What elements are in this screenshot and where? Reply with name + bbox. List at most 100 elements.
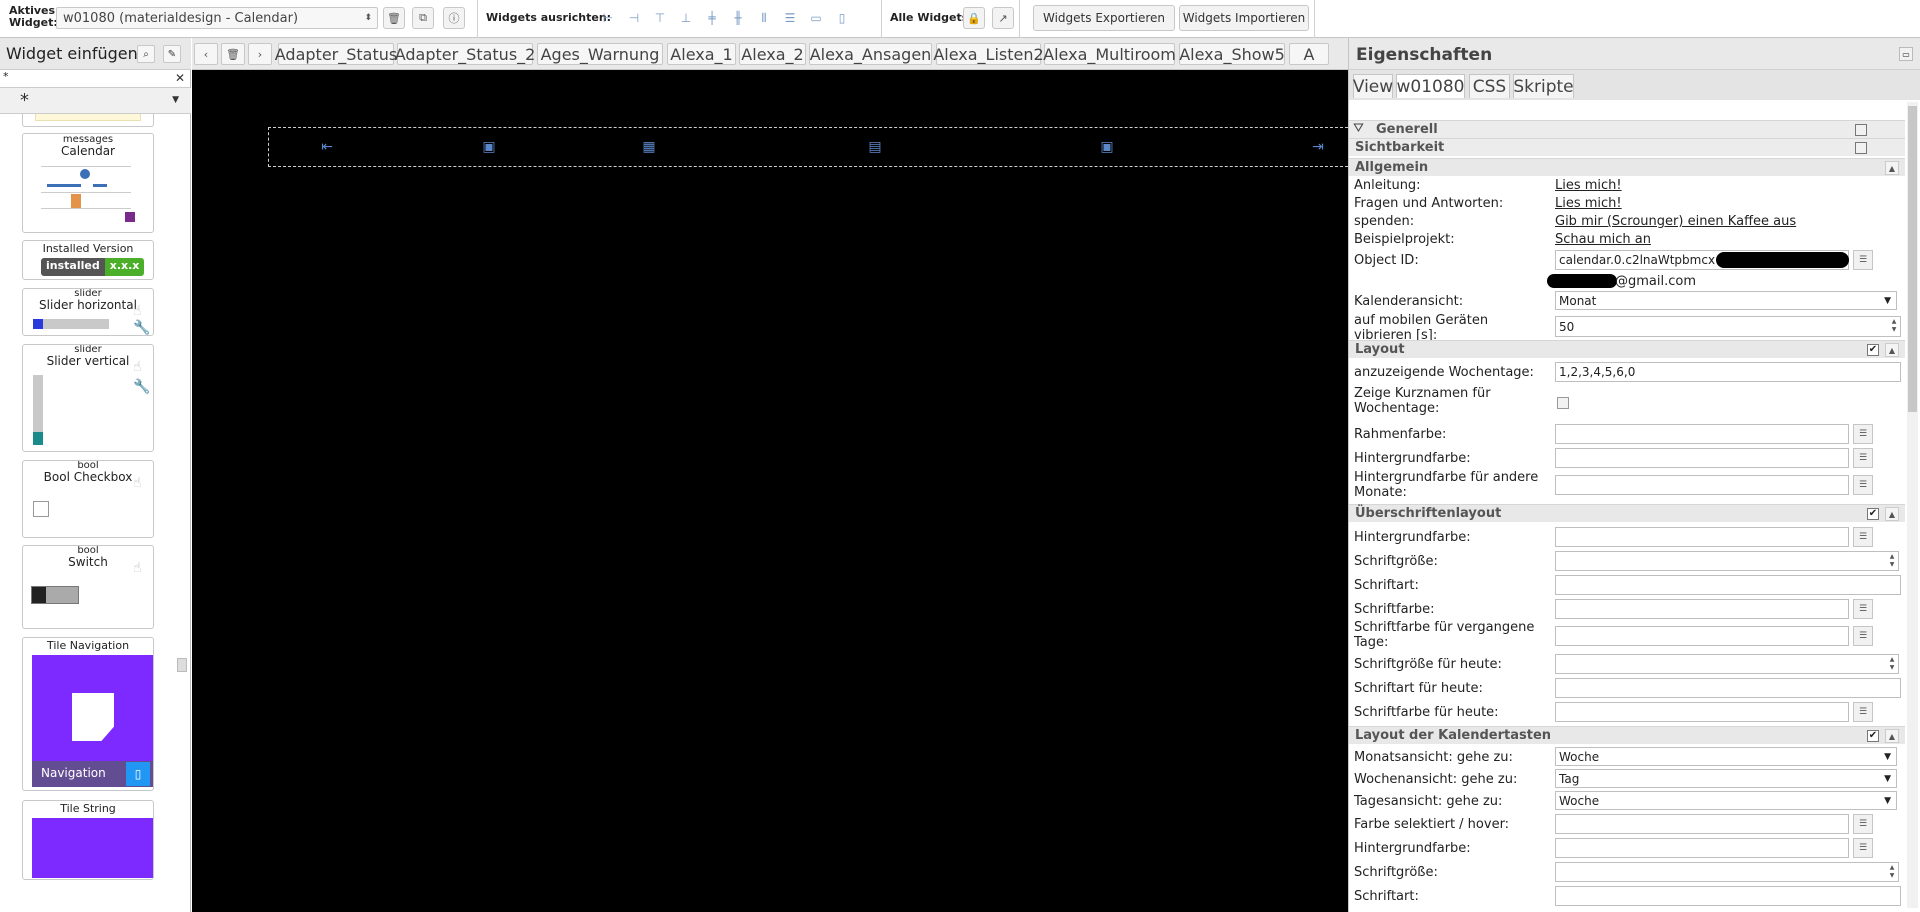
palette-filter-select[interactable]: * ▼ bbox=[0, 88, 191, 114]
view-tab[interactable]: Alexa_2 bbox=[739, 43, 806, 65]
collapse-icon[interactable]: ▲ bbox=[1885, 161, 1899, 175]
widget-card-calendar[interactable]: messages Calendar bbox=[22, 133, 154, 233]
section-header-layout[interactable]: Überschriftenlayout ✔ ▲ bbox=[1349, 504, 1905, 522]
widget-card-partial[interactable] bbox=[22, 114, 154, 127]
copy-widget-button[interactable]: ⧉ bbox=[412, 7, 434, 29]
align-left-icon[interactable]: ⊢ bbox=[600, 10, 616, 26]
collapse-icon[interactable]: ▲ bbox=[1885, 729, 1899, 743]
monat-gehe-zu-select[interactable]: Woche ▼ bbox=[1555, 747, 1897, 766]
color-picker-button[interactable]: ☰ bbox=[1853, 814, 1873, 834]
tab-widget[interactable]: w01080 bbox=[1396, 74, 1465, 98]
view-tab[interactable]: Alexa_Listen2 bbox=[933, 43, 1044, 65]
clear-search-icon[interactable]: ✕ bbox=[175, 71, 185, 85]
hintergrundfarbe-input[interactable] bbox=[1555, 448, 1849, 468]
calendar-week-icon[interactable]: ▤ bbox=[866, 138, 884, 156]
color-picker-button[interactable]: ☰ bbox=[1853, 599, 1873, 619]
header-farbe-heute-input[interactable] bbox=[1555, 702, 1849, 722]
scrollbar-thumb[interactable] bbox=[1908, 106, 1917, 412]
spenden-link[interactable]: Gib mir (Scrounger) einen Kaffee aus bbox=[1555, 214, 1796, 229]
vibrieren-input[interactable]: 50 ▲ ▼ bbox=[1555, 316, 1901, 337]
tab-scripts[interactable]: Skripte bbox=[1513, 74, 1574, 98]
open-external-button[interactable]: ↗ bbox=[992, 7, 1014, 29]
button-groesse-input[interactable]: ▲ ▼ bbox=[1555, 862, 1899, 882]
calendar-next-icon[interactable]: ⇥ bbox=[1309, 138, 1327, 156]
section-layout[interactable]: Layout ✔ ▲ bbox=[1349, 340, 1905, 358]
header-farbe-vergangen-input[interactable] bbox=[1555, 626, 1849, 646]
calendar-widget-selection[interactable]: ⇤ ▣ ▦ ▤ ▣ ⇥ bbox=[268, 127, 1348, 167]
farbe-selektiert-input[interactable] bbox=[1555, 814, 1849, 834]
palette-scrollbar[interactable] bbox=[177, 658, 187, 672]
widget-card-bool-checkbox[interactable]: bool Bool Checkbox ☝ bbox=[22, 460, 154, 538]
header-groesse-heute-input[interactable]: ▲ ▼ bbox=[1555, 654, 1899, 674]
calendar-day-icon[interactable]: ▣ bbox=[480, 138, 498, 156]
view-tab[interactable]: Adapter_Status_2 bbox=[395, 43, 535, 65]
align-top-icon[interactable]: ⊤ bbox=[652, 10, 668, 26]
kurznamen-checkbox[interactable] bbox=[1557, 397, 1569, 409]
calendar-prev-icon[interactable]: ⇤ bbox=[318, 138, 336, 156]
lock-all-button[interactable]: 🔒 bbox=[963, 7, 985, 29]
export-widgets-button[interactable]: Widgets Exportieren bbox=[1033, 5, 1175, 31]
spinner-icon[interactable]: ▲ ▼ bbox=[1887, 553, 1897, 569]
section-generell[interactable]: ⛛ Generell bbox=[1349, 120, 1905, 138]
tag-gehe-zu-select[interactable]: Woche ▼ bbox=[1555, 791, 1897, 810]
minimize-button[interactable]: ▭ bbox=[1899, 47, 1913, 61]
color-picker-button[interactable]: ☰ bbox=[1853, 838, 1873, 858]
button-hintergrund-input[interactable] bbox=[1555, 838, 1849, 858]
header-farbe-input[interactable] bbox=[1555, 599, 1849, 619]
view-tab[interactable]: Alexa_Show5 bbox=[1179, 43, 1285, 65]
color-picker-button[interactable]: ☰ bbox=[1853, 527, 1873, 547]
wochentage-input[interactable]: 1,2,3,4,5,6,0 bbox=[1555, 362, 1901, 382]
color-picker-button[interactable]: ☰ bbox=[1853, 448, 1873, 468]
hintergrund-andere-input[interactable] bbox=[1555, 475, 1849, 495]
distribute-v-icon[interactable]: ☰ bbox=[782, 10, 798, 26]
tab-css[interactable]: CSS bbox=[1469, 74, 1510, 98]
align-center-h-icon[interactable]: ╪ bbox=[704, 10, 720, 26]
select-object-button[interactable]: ☰ bbox=[1853, 250, 1873, 270]
widget-card-switch[interactable]: bool Switch ☝ bbox=[22, 545, 154, 629]
spinner-icon[interactable]: ▲ ▼ bbox=[1889, 318, 1899, 334]
active-widget-select[interactable]: w01080 (materialdesign - Calendar) ⬍ bbox=[56, 7, 378, 29]
color-picker-button[interactable]: ☰ bbox=[1853, 626, 1873, 646]
import-widgets-button[interactable]: Widgets Importieren bbox=[1179, 5, 1309, 31]
same-width-icon[interactable]: ▭ bbox=[808, 10, 824, 26]
beispiel-link[interactable]: Schau mich an bbox=[1555, 232, 1651, 247]
palette-search-button[interactable]: ⌕ bbox=[137, 45, 155, 63]
palette-search-input[interactable]: * ✕ bbox=[0, 70, 191, 88]
spinner-icon[interactable]: ▲ ▼ bbox=[1887, 656, 1897, 672]
view-tab[interactable]: Alexa_Ansagen bbox=[809, 43, 932, 65]
kalenderansicht-select[interactable]: Monat ▼ bbox=[1555, 291, 1897, 310]
section-checkbox[interactable]: ✔ bbox=[1867, 730, 1879, 742]
widget-card-slider-vertical[interactable]: slider Slider vertical ☝ 🔧 bbox=[22, 344, 154, 452]
view-tab[interactable]: Alexa_Multiroom bbox=[1043, 43, 1176, 65]
faq-link[interactable]: Lies mich! bbox=[1555, 196, 1622, 211]
section-sichtbarkeit[interactable]: Sichtbarkeit bbox=[1349, 138, 1905, 156]
align-center-v-icon[interactable]: ╫ bbox=[730, 10, 746, 26]
widget-card-installed-version[interactable]: Installed Version installed x.x.x bbox=[22, 240, 154, 280]
editor-canvas[interactable]: ⇤ ▣ ▦ ▤ ▣ ⇥ bbox=[192, 70, 1348, 912]
anleitung-link[interactable]: Lies mich! bbox=[1555, 178, 1622, 193]
view-tab[interactable]: Adapter_Status bbox=[275, 43, 397, 65]
section-checkbox[interactable] bbox=[1855, 142, 1867, 154]
align-right-icon[interactable]: ⊣ bbox=[626, 10, 642, 26]
header-art-heute-input[interactable] bbox=[1555, 678, 1901, 698]
next-view-button[interactable]: › bbox=[248, 43, 272, 65]
section-checkbox[interactable]: ✔ bbox=[1867, 344, 1879, 356]
color-picker-button[interactable]: ☰ bbox=[1853, 475, 1873, 495]
collapse-icon[interactable]: ▲ bbox=[1885, 507, 1899, 521]
view-tab[interactable]: Ages_Warnung bbox=[537, 43, 663, 65]
calendar-today-icon[interactable]: ▣ bbox=[1098, 138, 1116, 156]
distribute-h-icon[interactable]: ⫴ bbox=[756, 10, 772, 26]
header-art-input[interactable] bbox=[1555, 575, 1901, 595]
properties-scrollbar[interactable] bbox=[1907, 102, 1918, 908]
view-tab[interactable]: A bbox=[1289, 43, 1329, 65]
collapse-icon[interactable]: ▲ bbox=[1885, 343, 1899, 357]
color-picker-button[interactable]: ☰ bbox=[1853, 424, 1873, 444]
widget-card-slider-horizontal[interactable]: slider Slider horizontal ☝ 🔧 bbox=[22, 288, 154, 336]
calendar-month-icon[interactable]: ▦ bbox=[640, 138, 658, 156]
rahmenfarbe-input[interactable] bbox=[1555, 424, 1849, 444]
header-hintergrund-input[interactable] bbox=[1555, 527, 1849, 547]
palette-pin-button[interactable]: ✎ bbox=[163, 45, 181, 63]
spinner-icon[interactable]: ▲ ▼ bbox=[1887, 864, 1897, 880]
header-groesse-input[interactable]: ▲ ▼ bbox=[1555, 551, 1899, 571]
align-bottom-icon[interactable]: ⊥ bbox=[678, 10, 694, 26]
